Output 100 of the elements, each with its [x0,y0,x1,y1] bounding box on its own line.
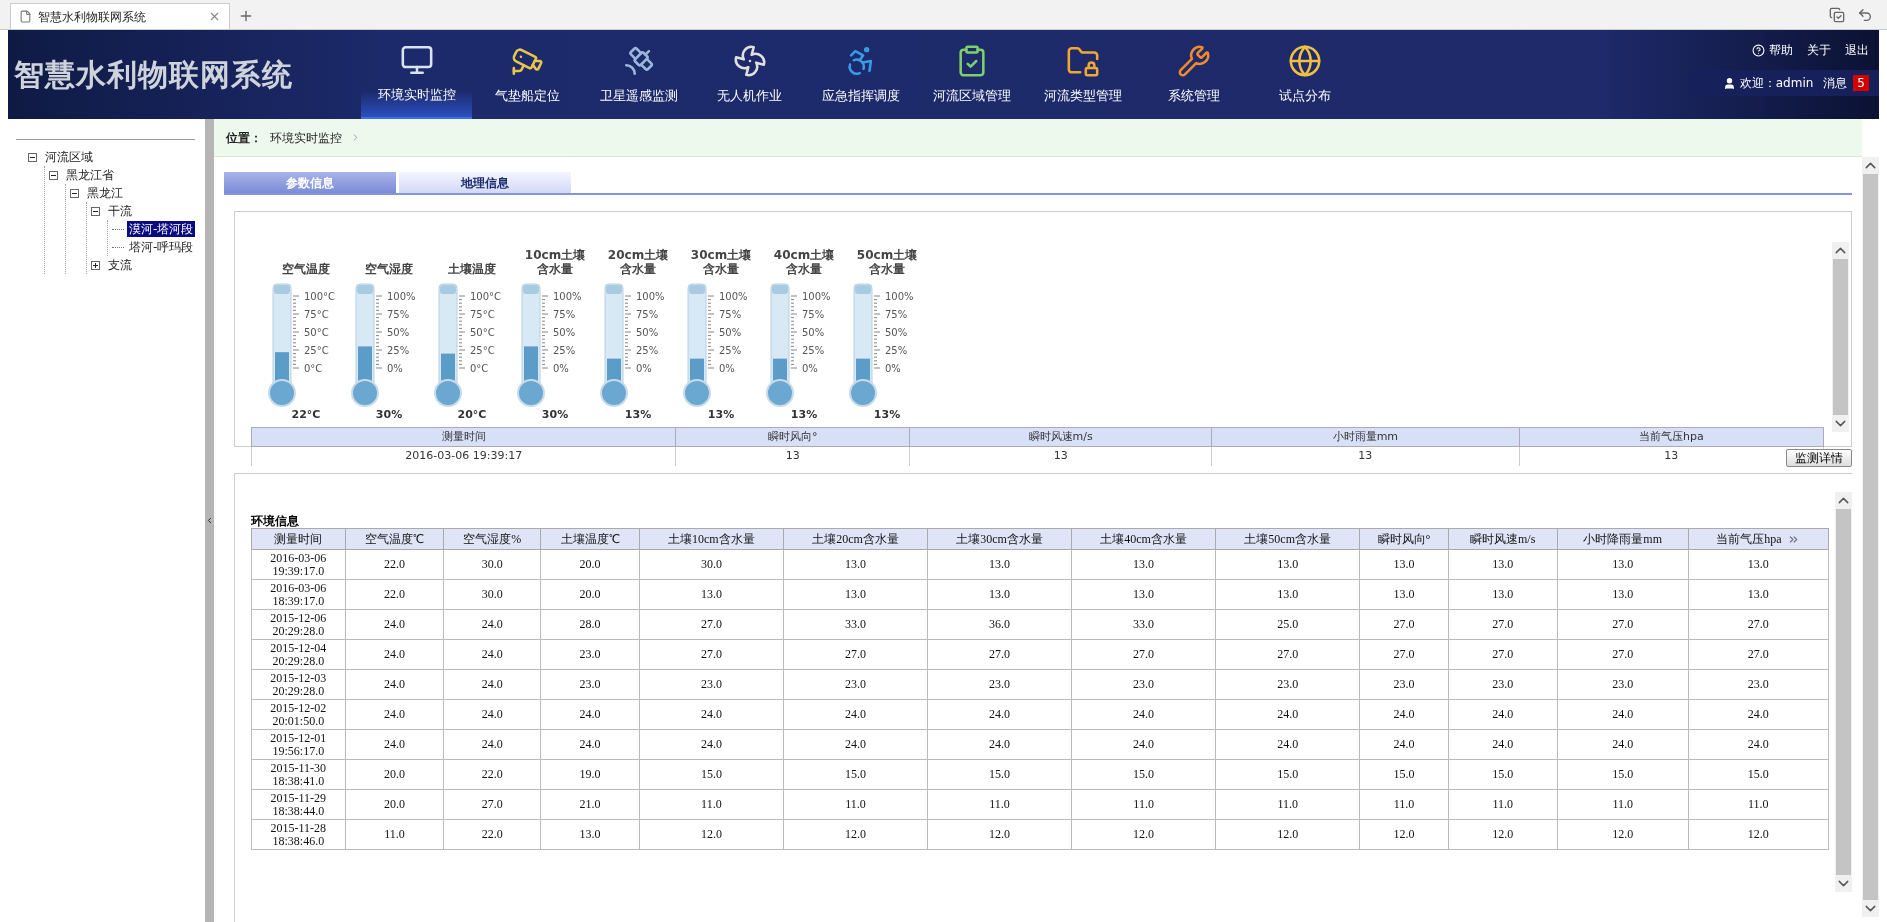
table-cell: 13 [909,446,1212,466]
tree-item[interactable]: 干流 [106,203,134,219]
section-title: 环境信息 [251,514,300,528]
table-cell: 11.0 [783,789,928,820]
browser-tab[interactable]: 智慧水利物联网系统 [10,3,230,29]
collapse-icon[interactable] [28,152,37,162]
table-cell: 11.0 [1071,789,1216,820]
tick-label: 25% [387,344,410,356]
column-header: 空气温度℃ [345,528,444,550]
table-cell: 13 [1211,446,1520,466]
nav-item[interactable]: 河流类型管理 [1027,30,1138,119]
tick-label: 25% [553,344,576,356]
wrench-icon [1176,43,1211,78]
table-cell: 24.0 [783,729,928,760]
messages-link[interactable]: 消息 [1823,74,1848,92]
table-cell: 13.0 [1359,549,1449,580]
table-cell: 20.0 [345,759,444,790]
table-cell: 2015-12-01 19:56:17.0 [251,729,346,760]
table-cell: 30.0 [443,549,541,580]
table-cell: 24.0 [345,639,444,670]
table-cell: 13.0 [1215,579,1360,610]
tree-item[interactable]: 黑龙江 [85,185,125,201]
nav-item[interactable]: 气垫船定位 [472,30,583,119]
table-cell: 24.0 [1359,729,1449,760]
gauge-label: 空气湿度 [365,262,413,276]
table-cell: 24.0 [639,729,784,760]
table-cell: 13.0 [1071,579,1216,610]
header-link[interactable]: 关于 [1807,41,1831,59]
table-cell: 23.0 [1215,669,1360,700]
header-link[interactable]: 帮助 [1769,41,1793,59]
expand-icon[interactable] [91,260,100,270]
table-cell: 24.0 [1215,729,1360,760]
nav-item[interactable]: 卫星遥感监测 [583,30,694,119]
table-cell: 15.0 [927,759,1072,790]
scrollbar[interactable] [1862,157,1879,917]
tick-label: 25% [885,344,908,356]
table-cell: 24.0 [1071,699,1216,730]
table-cell: 24.0 [443,609,541,640]
user-icon [1722,76,1736,90]
table-cell: 2016-03-06 19:39:17 [251,446,676,466]
tick-label: 100% [719,290,748,302]
table-cell: 15.0 [1215,759,1360,790]
gauge-label: 含水量 [786,262,822,276]
collapse-icon[interactable] [49,170,58,180]
table-cell: 13.0 [1359,579,1449,610]
tick-label: 50% [802,326,825,338]
tree-item[interactable]: 黑龙江省 [64,167,116,183]
table-cell: 23.0 [927,669,1072,700]
table-cell: 24.0 [1215,699,1360,730]
tree-item[interactable]: 支流 [106,257,134,273]
tick-label: 0% [802,362,818,374]
tick-label: 100°C [470,290,502,302]
table-cell: 24.0 [345,699,444,730]
table-cell: 12.0 [1071,819,1216,850]
table-cell: 13.0 [1557,549,1689,580]
table-cell: 23.0 [1359,669,1449,700]
table-cell: 15.0 [1557,759,1689,790]
table-cell: 2016-03-06 18:39:17.0 [251,579,346,610]
tick-label: 25°C [470,344,495,356]
table-cell: 27.0 [783,639,928,670]
tree-item[interactable]: 河流区域 [43,149,95,165]
table-cell: 27.0 [1071,639,1216,670]
gauge-reading: 20°C [457,408,487,421]
collapse-icon[interactable] [70,188,79,198]
tick-label: 25% [636,344,659,356]
detail-button[interactable]: 监测详情 [1786,449,1852,467]
nav-item[interactable]: 河流区域管理 [916,30,1027,119]
close-icon[interactable] [208,10,221,23]
tick-label: 75°C [304,308,329,320]
table-cell: 22.0 [443,759,541,790]
new-tab-icon[interactable] [238,8,254,24]
nav-item[interactable]: 试点分布 [1249,30,1360,119]
tree-item[interactable]: 塔河-呼玛段 [127,239,196,255]
collapse-icon[interactable] [91,206,100,216]
tick-label: 50% [636,326,659,338]
scrollbar[interactable] [1835,492,1852,892]
table-cell: 24.0 [443,699,541,730]
header-link[interactable]: 退出 [1845,41,1869,59]
nav-item[interactable]: 应急指挥调度 [805,30,916,119]
tick-label: 75% [553,308,576,320]
table-cell: 33.0 [1071,609,1216,640]
tree-item[interactable]: 漠河-塔河段 [127,221,196,237]
table-cell: 12.0 [783,819,928,850]
scrollbar[interactable] [1832,242,1849,432]
tick-label: 0% [387,362,403,374]
gauge-reading: 13% [707,408,735,421]
nav-item[interactable]: 系统管理 [1138,30,1249,119]
window-icon[interactable] [1829,7,1845,23]
undo-icon[interactable] [1857,7,1873,23]
table-cell: 11.0 [1557,789,1689,820]
table-cell: 24.0 [927,699,1072,730]
breadcrumb-link[interactable]: 环境实时监控 [270,128,342,147]
table-cell: 23.0 [1688,669,1829,700]
table-cell: 12.0 [639,819,784,850]
table-cell: 24.0 [1359,699,1449,730]
column-header: 瞬时风向° [1359,528,1449,550]
table-cell: 13.0 [927,579,1072,610]
tab[interactable]: 地理信息 [399,172,571,193]
nav-item[interactable]: 无人机作业 [694,30,805,119]
table-cell: 13.0 [927,549,1072,580]
